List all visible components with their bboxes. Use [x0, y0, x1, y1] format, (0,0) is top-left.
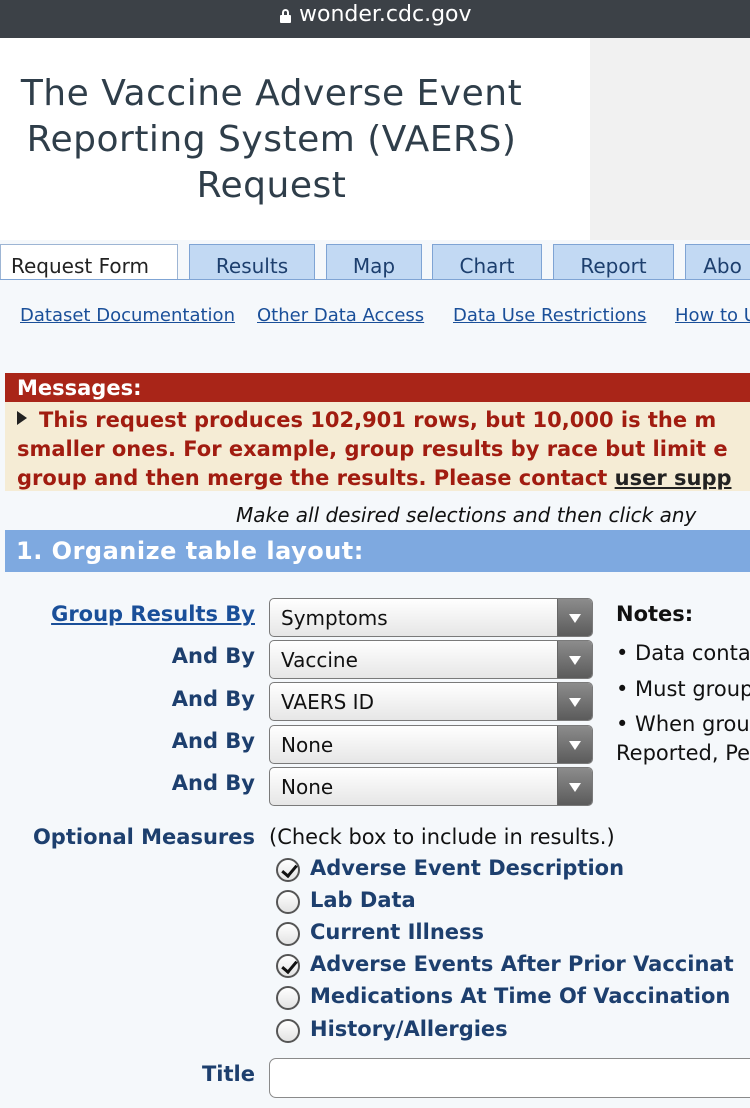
optional-measures-hint: (Check box to include in results.) — [269, 825, 615, 849]
link-data-use-restrictions[interactable]: Data Use Restrictions — [453, 305, 646, 326]
page-title-line: Request — [196, 165, 347, 206]
browser-address-bar[interactable]: wonder.cdc.gov — [0, 0, 750, 38]
and-by-label: And By — [171, 644, 255, 668]
link-dataset-documentation[interactable]: Dataset Documentation — [20, 305, 235, 326]
tab-report[interactable]: Report — [553, 244, 674, 280]
optional-measure-checkbox[interactable] — [276, 1019, 300, 1043]
chevron-down-icon — [557, 683, 592, 720]
optional-measure-checkbox[interactable] — [276, 986, 300, 1010]
optional-measure-label[interactable]: Lab Data — [310, 888, 416, 912]
select-value: Vaccine — [281, 648, 358, 672]
section-heading: 1. Organize table layout: — [5, 530, 750, 572]
group-by-select-5[interactable]: None — [269, 767, 593, 806]
optional-measure-checkbox[interactable] — [276, 858, 300, 882]
message-text: group and then merge the results. Please… — [17, 466, 615, 490]
optional-measure-label[interactable]: Adverse Event Description — [310, 856, 624, 880]
url-text[interactable]: wonder.cdc.gov — [299, 2, 472, 27]
instructions-text: Make all desired selections and then cli… — [236, 503, 697, 527]
tab-divider — [0, 279, 750, 280]
select-value: None — [281, 733, 334, 757]
user-support-link[interactable]: user supp — [615, 466, 732, 490]
and-by-label: And By — [171, 771, 255, 795]
tab-results[interactable]: Results — [189, 244, 315, 280]
and-by-label: And By — [171, 729, 255, 753]
lock-icon — [280, 8, 291, 23]
link-how-to-use[interactable]: How to U — [675, 305, 750, 326]
chevron-down-icon — [557, 599, 592, 636]
header-side-panel — [590, 38, 750, 240]
chevron-down-icon — [557, 768, 592, 805]
messages-heading: Messages: — [5, 373, 750, 402]
note-item: Reported, Pe — [616, 741, 750, 765]
link-other-data-access[interactable]: Other Data Access — [257, 305, 424, 326]
page-title: The Vaccine Adverse Event Reporting Syst… — [0, 71, 543, 209]
chevron-down-icon — [557, 726, 592, 763]
optional-measure-label[interactable]: Medications At Time Of Vaccination — [310, 984, 730, 1008]
tab-map[interactable]: Map — [326, 244, 422, 280]
select-value: Symptoms — [281, 606, 388, 630]
chevron-down-icon — [557, 641, 592, 678]
select-value: VAERS ID — [281, 690, 374, 714]
tab-request-form[interactable]: Request Form — [0, 244, 178, 280]
title-label: Title — [201, 1062, 255, 1086]
page-header: The Vaccine Adverse Event Reporting Syst… — [0, 38, 590, 240]
message-text: smaller ones. For example, group results… — [17, 437, 728, 461]
optional-measures-label: Optional Measures — [32, 825, 255, 849]
optional-measure-label[interactable]: History/Allergies — [310, 1017, 508, 1041]
note-item: • When grou — [616, 712, 750, 736]
group-by-select-4[interactable]: None — [269, 725, 593, 764]
notes-title: Notes: — [616, 602, 694, 626]
group-by-select-1[interactable]: Symptoms — [269, 598, 593, 637]
group-results-by-link[interactable]: Group Results By — [0, 602, 255, 626]
tab-chart[interactable]: Chart — [432, 244, 542, 280]
group-by-select-3[interactable]: VAERS ID — [269, 682, 593, 721]
optional-measure-checkbox[interactable] — [276, 890, 300, 914]
note-item: • Data conta — [616, 641, 750, 665]
group-by-select-2[interactable]: Vaccine — [269, 640, 593, 679]
optional-measure-label[interactable]: Adverse Events After Prior Vaccinat — [310, 952, 734, 976]
triangle-right-icon — [17, 411, 27, 425]
tab-about[interactable]: Abo — [685, 244, 750, 280]
optional-measure-checkbox[interactable] — [276, 954, 300, 978]
and-by-label: And By — [171, 687, 255, 711]
select-value: None — [281, 775, 334, 799]
page-title-line: The Vaccine Adverse Event — [20, 73, 523, 114]
note-item: • Must group — [616, 677, 750, 701]
optional-measure-label[interactable]: Current Illness — [310, 920, 484, 944]
page-title-line: Reporting System (VAERS) — [26, 119, 517, 160]
message-text: This request produces 102,901 rows, but … — [39, 408, 717, 432]
messages-body: This request produces 102,901 rows, but … — [5, 402, 750, 491]
title-input[interactable] — [269, 1058, 750, 1098]
optional-measure-checkbox[interactable] — [276, 922, 300, 946]
